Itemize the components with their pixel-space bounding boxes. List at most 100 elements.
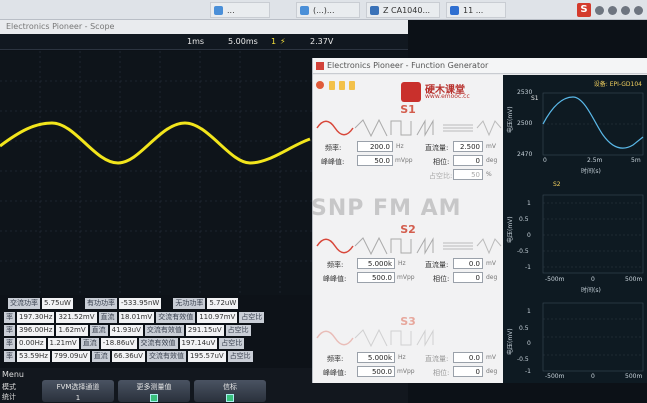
- cell: 占空比: [227, 351, 253, 362]
- cell: 率: [4, 312, 15, 323]
- s2-amp-label: 峰峰值:: [323, 275, 347, 283]
- s1-duty-input[interactable]: 50: [453, 169, 483, 180]
- s1-x-tick: 5m: [631, 157, 641, 164]
- checkbox-icon: [150, 394, 158, 402]
- s1-y-tick: 2530: [517, 89, 533, 96]
- cell: 0.00Hz: [17, 338, 46, 349]
- cell: 交流有效值: [156, 312, 196, 323]
- cell: 1.21mV: [47, 338, 79, 349]
- measurement-value: 5.72uW: [207, 298, 239, 309]
- s1-x-tick: 0: [543, 157, 547, 164]
- taskbar-tab[interactable]: ...: [210, 2, 270, 18]
- cell: 197.14uV: [179, 338, 218, 349]
- tray-icon[interactable]: [608, 5, 617, 15]
- s1-frequency-input[interactable]: 200.0: [357, 141, 393, 152]
- measurement-value: -533.95nW: [118, 298, 162, 309]
- cell: 直流: [98, 312, 117, 323]
- s1-dc-label: 直流量:: [425, 144, 449, 152]
- s3-x-tick: 500m: [625, 373, 643, 380]
- s3-y-tick: 1: [527, 308, 531, 315]
- cell: 66.36uV: [111, 351, 145, 362]
- cell: 率: [4, 338, 15, 349]
- s2-y-axis-label: 电压(mV): [507, 216, 514, 243]
- taskbar-tab[interactable]: Z CA1040...: [366, 2, 440, 18]
- menu-label: Menu: [2, 370, 24, 379]
- s1-phase-input[interactable]: 0: [453, 155, 483, 166]
- tray-icon[interactable]: [634, 5, 643, 15]
- s3-dc-unit: mV: [486, 354, 496, 361]
- s1-amp-label: 峰峰值:: [321, 158, 345, 166]
- fg-window-title: Electronics Pioneer - Function Generator: [313, 58, 647, 74]
- s1-phase-label: 相位:: [433, 158, 450, 166]
- button-label: 信标: [223, 383, 237, 391]
- s3-amplitude-input[interactable]: 500.0: [357, 366, 395, 377]
- table-row: 率 0.00Hz 1.21mV 直流 -18.86uV 交流有效值 197.14…: [4, 338, 245, 349]
- s2-x-axis-label: 时间(s): [581, 287, 601, 294]
- taskbar-tab[interactable]: (...)...: [296, 2, 360, 18]
- input-method-icon[interactable]: S: [577, 3, 591, 17]
- measurement-value: 5.75uW: [42, 298, 73, 309]
- s2-dc-input[interactable]: 0.0: [453, 258, 483, 269]
- cell: -18.86uV: [100, 338, 137, 349]
- cell: 41.93uV: [109, 325, 143, 336]
- s2-y-tick: 0.5: [519, 216, 529, 223]
- cell: 1.62mV: [56, 325, 88, 336]
- trigger-level-readout[interactable]: 2.37V: [310, 37, 333, 46]
- checkbox-icon: [226, 394, 234, 402]
- taskbar-tab-label: Z CA1040...: [383, 6, 431, 15]
- fvm-channel-button[interactable]: FVM选择通道 1: [42, 380, 114, 402]
- button-value: 1: [75, 394, 81, 402]
- trigger-channel[interactable]: 1: [271, 37, 276, 46]
- trigger-edge-icon: ⚡: [280, 37, 286, 46]
- s1-dc-input[interactable]: 2.500: [453, 141, 483, 152]
- preview-plots: [542, 92, 644, 372]
- scope-toolbar: 1ms 5.00ms 1 ⚡ 2.37V: [0, 34, 408, 50]
- cell: 197.30Hz: [17, 312, 55, 323]
- cell: 占空比: [219, 338, 245, 349]
- cell: 直流: [80, 338, 99, 349]
- s2-waveform-selector[interactable]: [313, 237, 503, 255]
- s2-phase-unit: deg: [486, 274, 498, 281]
- cell: 195.57uV: [187, 351, 226, 362]
- s1-x-axis-label: 时间(s): [581, 168, 601, 175]
- tray-icon[interactable]: [595, 5, 604, 15]
- s1-waveform-selector[interactable]: [313, 119, 503, 137]
- s2-x-tick: 0: [591, 276, 595, 283]
- tray-icon[interactable]: [621, 5, 630, 15]
- s3-amp-unit: mVpp: [397, 368, 415, 375]
- time-position-readout[interactable]: 5.00ms: [228, 37, 258, 46]
- s2-amplitude-input[interactable]: 500.0: [357, 272, 395, 283]
- menu-stats[interactable]: 统计: [2, 392, 16, 402]
- taskbar-tab[interactable]: 11 ...: [446, 2, 506, 18]
- s3-phase-input[interactable]: 0: [453, 366, 483, 377]
- cell: 799.09uV: [51, 351, 90, 362]
- cell: 321.52mV: [56, 312, 97, 323]
- s3-waveform-selector[interactable]: [313, 329, 503, 347]
- more-measurements-button[interactable]: 更多测量值: [118, 380, 190, 402]
- table-row: 率 197.30Hz 321.52mV 直流 18.01mV 交流有效值 110…: [4, 312, 265, 323]
- channel-icon: [349, 81, 355, 90]
- s1-amplitude-input[interactable]: 50.0: [357, 155, 393, 166]
- s3-y-tick: 0.5: [519, 325, 529, 332]
- s2-dc-label: 直流量:: [425, 261, 449, 269]
- s2-frequency-input[interactable]: 5.000k: [357, 258, 395, 269]
- time-div-readout[interactable]: 1ms: [187, 37, 204, 46]
- s2-phase-input[interactable]: 0: [453, 272, 483, 283]
- cell: 110.97mV: [197, 312, 238, 323]
- taskbar-tab-label: ...: [227, 6, 235, 15]
- marker-button[interactable]: 信标: [194, 380, 266, 402]
- logo-mark-icon: [401, 82, 421, 102]
- s3-dc-input[interactable]: 0.0: [453, 352, 483, 363]
- s3-frequency-input[interactable]: 5.000k: [357, 352, 395, 363]
- s2-y-tick: 1: [527, 200, 531, 207]
- s3-y-tick: -0.5: [517, 356, 529, 363]
- s3-y-tick: -1: [525, 368, 531, 375]
- menu-mode[interactable]: 模式: [2, 382, 16, 392]
- s2-y-tick: -1: [525, 264, 531, 271]
- s1-y-axis-label: 电压(mV): [507, 106, 514, 133]
- s1-y-tick: 2500: [517, 120, 533, 127]
- measurement-panel: 交流功率 5.75uW 有功功率 -533.95nW 无功功率 5.72uW 率…: [0, 295, 315, 365]
- s2-dc-unit: mV: [486, 260, 496, 267]
- app-icon: [300, 6, 309, 15]
- cell: 291.15uV: [185, 325, 224, 336]
